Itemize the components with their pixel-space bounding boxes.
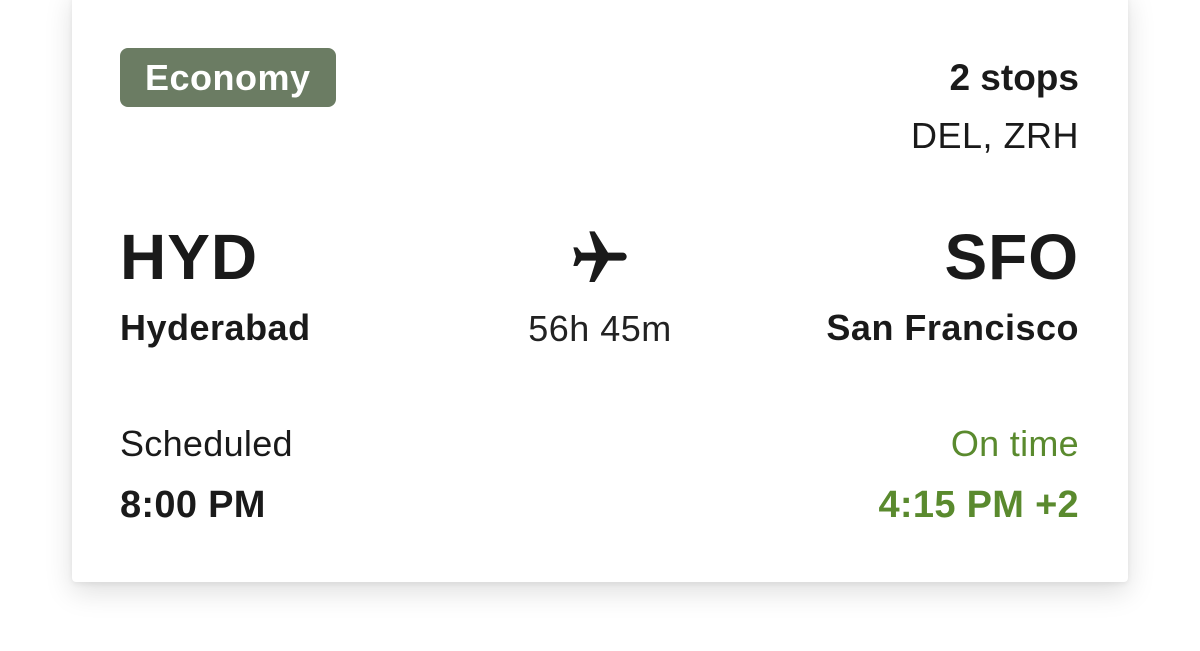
departure-info: Scheduled 8:00 PM [120, 422, 293, 528]
origin-city: Hyderabad [120, 307, 311, 348]
arrival-time: 4:15 PM +2 [878, 484, 1079, 526]
cabin-class-badge: Economy [120, 48, 336, 107]
airplane-icon [568, 226, 632, 290]
origin-airport: HYD Hyderabad [120, 222, 311, 350]
flight-duration: 56h 45m [528, 308, 672, 349]
destination-code: SFO [944, 221, 1079, 293]
stops-info: 2 stops DEL, ZRH [911, 56, 1079, 158]
departure-status: Scheduled [120, 423, 293, 464]
flight-duration-block: 56h 45m [500, 226, 700, 351]
arrival-info: On time 4:15 PM +2 [879, 422, 1080, 528]
stops-airports: DEL, ZRH [910, 115, 1079, 156]
flight-card[interactable]: Economy 2 stops DEL, ZRH HYD Hyderabad 5… [72, 0, 1128, 582]
stops-count: 2 stops [949, 57, 1079, 98]
origin-code: HYD [120, 221, 259, 293]
arrival-status: On time [950, 423, 1079, 464]
departure-time: 8:00 PM [120, 484, 266, 526]
destination-city: San Francisco [826, 307, 1079, 348]
destination-airport: SFO San Francisco [826, 222, 1079, 350]
